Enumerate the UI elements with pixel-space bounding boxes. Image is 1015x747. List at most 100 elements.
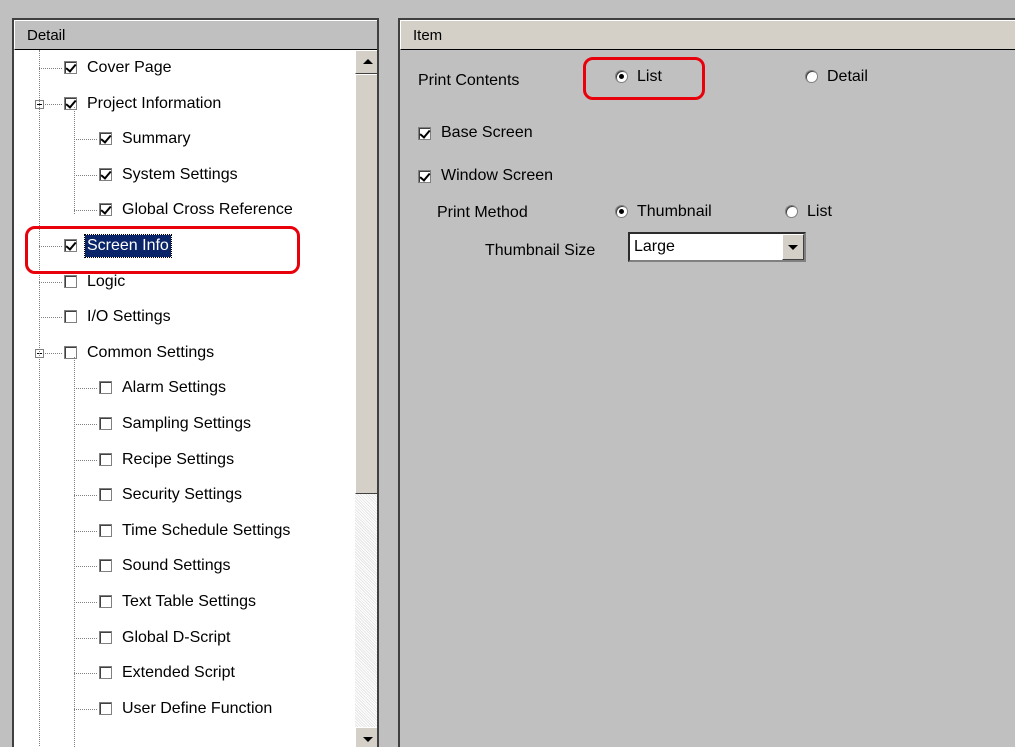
- tree-connector: [39, 317, 62, 319]
- tree-item-label[interactable]: Sound Settings: [120, 555, 233, 577]
- tree-connector: [74, 388, 97, 390]
- tree-item-checkbox[interactable]: [64, 345, 77, 359]
- tree-item[interactable]: Sampling Settings: [14, 410, 355, 438]
- tree-connector: [74, 530, 97, 532]
- tree-branch: [74, 356, 75, 747]
- tree-item-label[interactable]: Logic: [85, 271, 127, 293]
- tree-item[interactable]: Time Schedule Settings: [14, 517, 355, 545]
- tree-connector: [74, 495, 97, 497]
- tree-item[interactable]: Summary: [14, 125, 355, 153]
- thumbnail-size-value: Large: [634, 238, 675, 255]
- tree-item-checkbox[interactable]: [99, 701, 112, 715]
- tree-item-label[interactable]: Global D-Script: [120, 627, 232, 649]
- print-method-list-radio[interactable]: [785, 205, 798, 218]
- thumbnail-size-label: Thumbnail Size: [485, 242, 596, 259]
- detail-header: Detail: [14, 20, 377, 50]
- item-header: Item: [400, 20, 1015, 50]
- tree-item[interactable]: Extended Script: [14, 659, 355, 687]
- print-contents-label: Print Contents: [418, 72, 520, 89]
- print-method-label: Print Method: [437, 204, 528, 221]
- tree-item-checkbox[interactable]: [64, 61, 77, 74]
- tree-item[interactable]: Alarm Settings: [14, 374, 355, 402]
- tree-scrollbar[interactable]: [355, 50, 377, 747]
- tree-item[interactable]: I/O Settings: [14, 303, 355, 331]
- tree-connector: [39, 68, 62, 69]
- tree-item-checkbox[interactable]: [99, 417, 112, 430]
- tree-item-label[interactable]: Text Table Settings: [120, 591, 258, 613]
- tree-item[interactable]: Screen Info: [14, 232, 355, 260]
- tree-item[interactable]: Common Settings: [14, 339, 355, 367]
- window-screen-label[interactable]: Window Screen: [441, 166, 553, 186]
- print-method-list-label[interactable]: List: [807, 202, 832, 222]
- scroll-thumb[interactable]: [355, 74, 377, 494]
- tree-item-label[interactable]: Common Settings: [85, 342, 216, 364]
- print-method-thumbnail-radio[interactable]: [615, 205, 628, 218]
- tree-item-label[interactable]: Screen Info: [84, 234, 172, 258]
- tree-item-label[interactable]: Cover Page: [85, 57, 174, 79]
- detail-tree[interactable]: Cover Page Project Information Summary Syst…: [14, 50, 355, 747]
- tree-item-checkbox[interactable]: [99, 666, 112, 680]
- chevron-down-icon: [788, 245, 798, 250]
- print-contents-detail-radio[interactable]: [805, 70, 818, 83]
- tree-connector: [74, 459, 97, 461]
- print-method-thumbnail-label[interactable]: Thumbnail: [637, 202, 712, 222]
- tree-branch: [74, 107, 75, 215]
- tree-item-label[interactable]: Project Information: [85, 93, 223, 115]
- tree-connector: [74, 673, 97, 675]
- tree-item-label[interactable]: System Settings: [120, 164, 240, 186]
- base-screen-label[interactable]: Base Screen: [441, 123, 533, 143]
- dropdown-button[interactable]: [782, 234, 804, 260]
- tree-item[interactable]: Global D-Script: [14, 624, 355, 652]
- print-contents-list-label[interactable]: List: [637, 67, 662, 87]
- tree-item[interactable]: Sound Settings: [14, 552, 355, 580]
- tree-connector: [74, 174, 97, 176]
- tree-item-label[interactable]: User Define Function: [120, 698, 274, 720]
- scroll-up-button[interactable]: [355, 50, 377, 74]
- print-contents-list-radio[interactable]: [615, 70, 628, 83]
- tree-item-checkbox[interactable]: [99, 381, 112, 395]
- tree-item-checkbox[interactable]: [64, 239, 77, 252]
- tree-item-checkbox[interactable]: [99, 452, 112, 466]
- tree-item-label[interactable]: Summary: [120, 128, 192, 150]
- tree-connector: [74, 139, 97, 141]
- tree-item-checkbox[interactable]: [99, 559, 112, 573]
- tree-connector: [39, 246, 62, 247]
- scroll-down-button[interactable]: [355, 727, 377, 747]
- tree-item-label[interactable]: I/O Settings: [85, 306, 173, 328]
- tree-item[interactable]: Recipe Settings: [14, 446, 355, 474]
- tree-item-checkbox[interactable]: [99, 167, 112, 181]
- thumbnail-size-select[interactable]: Large: [628, 232, 806, 262]
- tree-item-checkbox[interactable]: [99, 523, 112, 537]
- tree-item-label[interactable]: Time Schedule Settings: [120, 520, 292, 542]
- tree-item-label[interactable]: Extended Script: [120, 662, 237, 684]
- tree-item-checkbox[interactable]: [99, 132, 112, 146]
- tree-item-checkbox[interactable]: [99, 595, 112, 608]
- tree-trunk: [39, 50, 40, 747]
- base-screen-checkbox[interactable]: [418, 127, 431, 140]
- tree-item-label[interactable]: Sampling Settings: [120, 413, 253, 435]
- tree-item[interactable]: Global Cross Reference: [14, 196, 355, 224]
- tree-connector: [74, 708, 97, 710]
- tree-item[interactable]: Cover Page: [14, 54, 355, 82]
- tree-item-checkbox[interactable]: [99, 488, 112, 502]
- tree-item-label[interactable]: Alarm Settings: [120, 377, 228, 399]
- tree-connector: [74, 566, 97, 568]
- tree-item[interactable]: Text Table Settings: [14, 588, 355, 616]
- tree-item-checkbox[interactable]: [64, 96, 77, 110]
- tree-item[interactable]: Project Information: [14, 90, 355, 118]
- window-screen-checkbox[interactable]: [418, 170, 431, 183]
- tree-item[interactable]: User Define Function: [14, 695, 355, 723]
- tree-item[interactable]: System Settings: [14, 161, 355, 189]
- tree-item-checkbox[interactable]: [64, 274, 77, 288]
- tree-item-label[interactable]: Security Settings: [120, 484, 244, 506]
- tree-item-label[interactable]: Recipe Settings: [120, 449, 236, 471]
- tree-item[interactable]: Security Settings: [14, 481, 355, 509]
- tree-item-label[interactable]: Global Cross Reference: [120, 199, 295, 221]
- tree-item-checkbox[interactable]: [99, 630, 112, 644]
- tree-connector: [74, 424, 97, 425]
- print-contents-detail-label[interactable]: Detail: [827, 67, 868, 87]
- tree-item-checkbox[interactable]: [99, 203, 112, 217]
- tree-item[interactable]: Logic: [14, 268, 355, 296]
- arrow-up-icon: [363, 59, 373, 64]
- tree-item-checkbox[interactable]: [64, 310, 77, 324]
